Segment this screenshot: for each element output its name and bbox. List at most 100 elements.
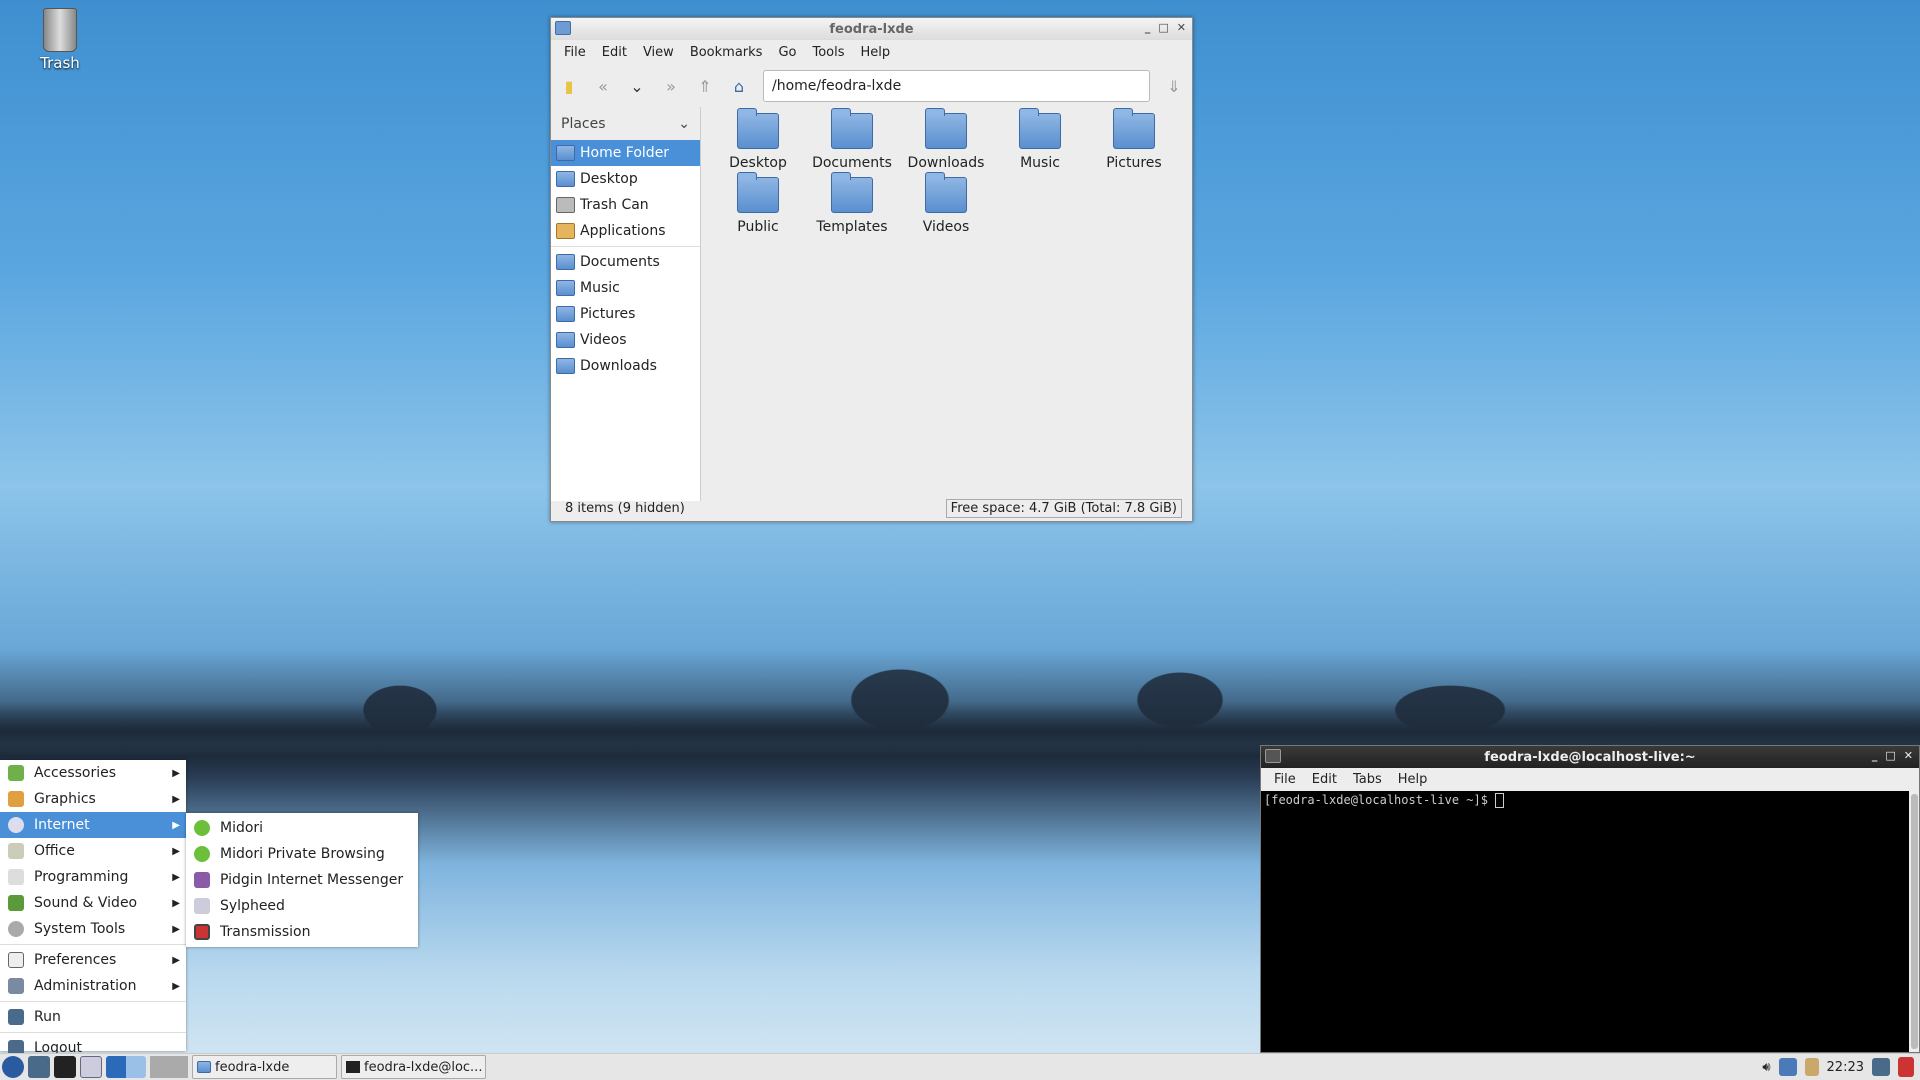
menu-item-label: Programming — [34, 869, 129, 885]
minimize-button[interactable]: _ — [1145, 21, 1151, 34]
menu-item-label: Graphics — [34, 791, 96, 807]
application-menu: Accessories ▶ Graphics ▶ Internet ▶ Office ▶… — [0, 760, 186, 1056]
sidebar-item-desktop[interactable]: Desktop — [551, 166, 700, 192]
network-icon[interactable] — [1778, 1058, 1797, 1076]
file-item-templates[interactable]: Templates — [805, 172, 899, 235]
menu-item-administration[interactable]: Administration ▶ — [0, 973, 186, 999]
divider — [551, 246, 700, 247]
chevron-down-icon: ⌄ — [678, 115, 690, 132]
divider — [0, 944, 186, 945]
file-manager-launcher-icon[interactable] — [28, 1056, 50, 1078]
file-label: Downloads — [907, 155, 985, 171]
file-label: Music — [1020, 155, 1060, 171]
new-tab-icon[interactable]: ▮ — [559, 76, 579, 96]
menu-file[interactable]: File — [1267, 772, 1303, 787]
file-item-documents[interactable]: Documents — [805, 108, 899, 171]
volume-icon[interactable]: 🔊︎ — [1762, 1060, 1770, 1075]
file-item-music[interactable]: Music — [993, 108, 1087, 171]
menu-file[interactable]: File — [557, 45, 593, 60]
menu-help[interactable]: Help — [854, 45, 898, 60]
forward-icon[interactable]: » — [661, 76, 681, 96]
menu-go[interactable]: Go — [771, 45, 803, 60]
scrollbar[interactable] — [1911, 794, 1918, 1049]
arrow-right-icon: ▶ — [172, 897, 180, 909]
home-icon[interactable]: ⌂ — [729, 76, 749, 96]
desktop-trash[interactable]: Trash — [30, 8, 90, 72]
up-icon[interactable]: ⇑ — [695, 76, 715, 96]
sidebar-item-label: Documents — [580, 254, 660, 270]
menu-item-system-tools[interactable]: System Tools ▶ — [0, 916, 186, 942]
menu-tools[interactable]: Tools — [805, 45, 851, 60]
menubar: File Edit Tabs Help — [1261, 768, 1919, 791]
sidebar-item-videos[interactable]: Videos — [551, 327, 700, 353]
sidebar-item-applications[interactable]: Applications — [551, 218, 700, 244]
fedora-menu-icon[interactable] — [2, 1056, 24, 1078]
history-chevron-icon[interactable]: ⌄ — [627, 76, 647, 96]
close-button[interactable]: ✕ — [1177, 21, 1186, 34]
menu-item-sound-video[interactable]: Sound & Video ▶ — [0, 890, 186, 916]
terminal-icon — [1265, 749, 1281, 763]
terminal-launcher-icon[interactable] — [54, 1056, 76, 1078]
menu-item-internet[interactable]: Internet ▶ — [0, 812, 186, 838]
menu-item-office[interactable]: Office ▶ — [0, 838, 186, 864]
clock[interactable]: 22:23 — [1827, 1060, 1864, 1075]
menu-item-accessories[interactable]: Accessories ▶ — [0, 760, 186, 786]
sidebar-item-downloads[interactable]: Downloads — [551, 353, 700, 379]
folder-icon — [556, 306, 575, 322]
sidebar-item-trash[interactable]: Trash Can — [551, 192, 700, 218]
file-item-pictures[interactable]: Pictures — [1087, 108, 1181, 171]
menu-item-programming[interactable]: Programming ▶ — [0, 864, 186, 890]
menu-help[interactable]: Help — [1391, 772, 1435, 787]
clipboard-icon[interactable] — [1804, 1058, 1819, 1076]
menu-item-transmission[interactable]: Transmission — [186, 919, 418, 945]
close-button[interactable]: ✕ — [1904, 749, 1913, 762]
task-label: feodra-lxde — [215, 1059, 290, 1075]
menu-item-graphics[interactable]: Graphics ▶ — [0, 786, 186, 812]
menu-item-sylpheed[interactable]: Sylpheed — [186, 893, 418, 919]
minimize-button[interactable]: _ — [1872, 749, 1878, 762]
desktop-pager-2[interactable] — [150, 1056, 188, 1078]
menu-edit[interactable]: Edit — [595, 45, 634, 60]
task-terminal[interactable]: feodra-lxde@loc... — [341, 1055, 486, 1079]
places-header[interactable]: Places ⌄ — [551, 107, 700, 140]
back-icon[interactable]: « — [593, 76, 613, 96]
menu-item-preferences[interactable]: Preferences ▶ — [0, 947, 186, 973]
menu-item-label: Sylpheed — [220, 898, 285, 914]
task-file-manager[interactable]: feodra-lxde — [192, 1055, 337, 1079]
terminal-screen[interactable]: [feodra-lxde@localhost-live ~]$ — [1261, 791, 1909, 1052]
titlebar[interactable]: feodra-lxde@localhost-live:~ _ □ ✕ — [1261, 746, 1919, 768]
sidebar-item-pictures[interactable]: Pictures — [551, 301, 700, 327]
titlebar[interactable]: feodra-lxde _ □ ✕ — [551, 18, 1192, 40]
menu-tabs[interactable]: Tabs — [1346, 772, 1389, 787]
arrow-right-icon: ▶ — [172, 923, 180, 935]
maximize-button[interactable]: □ — [1158, 21, 1168, 34]
file-item-public[interactable]: Public — [711, 172, 805, 235]
file-item-videos[interactable]: Videos — [899, 172, 993, 235]
file-label: Desktop — [729, 155, 787, 171]
folder-icon — [1113, 108, 1155, 149]
prompt: [feodra-lxde@localhost-live ~]$ — [1264, 793, 1496, 807]
menu-item-midori[interactable]: Midori — [186, 815, 418, 841]
menu-view[interactable]: View — [636, 45, 681, 60]
status-bar: 8 items (9 hidden) Free space: 4.7 GiB (… — [551, 495, 1192, 521]
maximize-button[interactable]: □ — [1885, 749, 1895, 762]
go-icon[interactable]: ⇓ — [1164, 76, 1184, 96]
address-bar[interactable]: /home/feodra-lxde — [763, 70, 1150, 102]
menu-bookmarks[interactable]: Bookmarks — [683, 45, 770, 60]
file-item-desktop[interactable]: Desktop — [711, 108, 805, 171]
sidebar-item-music[interactable]: Music — [551, 275, 700, 301]
menu-item-run[interactable]: Run — [0, 1004, 186, 1030]
menu-edit[interactable]: Edit — [1305, 772, 1344, 787]
menu-item-label: Accessories — [34, 765, 117, 781]
desktop-pager[interactable] — [106, 1056, 146, 1078]
menu-item-midori-private[interactable]: Midori Private Browsing — [186, 841, 418, 867]
internet-submenu: Midori Midori Private Browsing Pidgin In… — [186, 813, 418, 947]
file-item-downloads[interactable]: Downloads — [899, 108, 993, 171]
logout-icon[interactable] — [1898, 1057, 1914, 1077]
menu-item-pidgin[interactable]: Pidgin Internet Messenger — [186, 867, 418, 893]
sidebar-item-documents[interactable]: Documents — [551, 249, 700, 275]
windows-icon[interactable] — [80, 1056, 102, 1078]
menu-item-label: Run — [34, 1009, 61, 1025]
show-desktop-icon[interactable] — [1872, 1058, 1890, 1076]
sidebar-item-home[interactable]: Home Folder — [551, 140, 700, 166]
